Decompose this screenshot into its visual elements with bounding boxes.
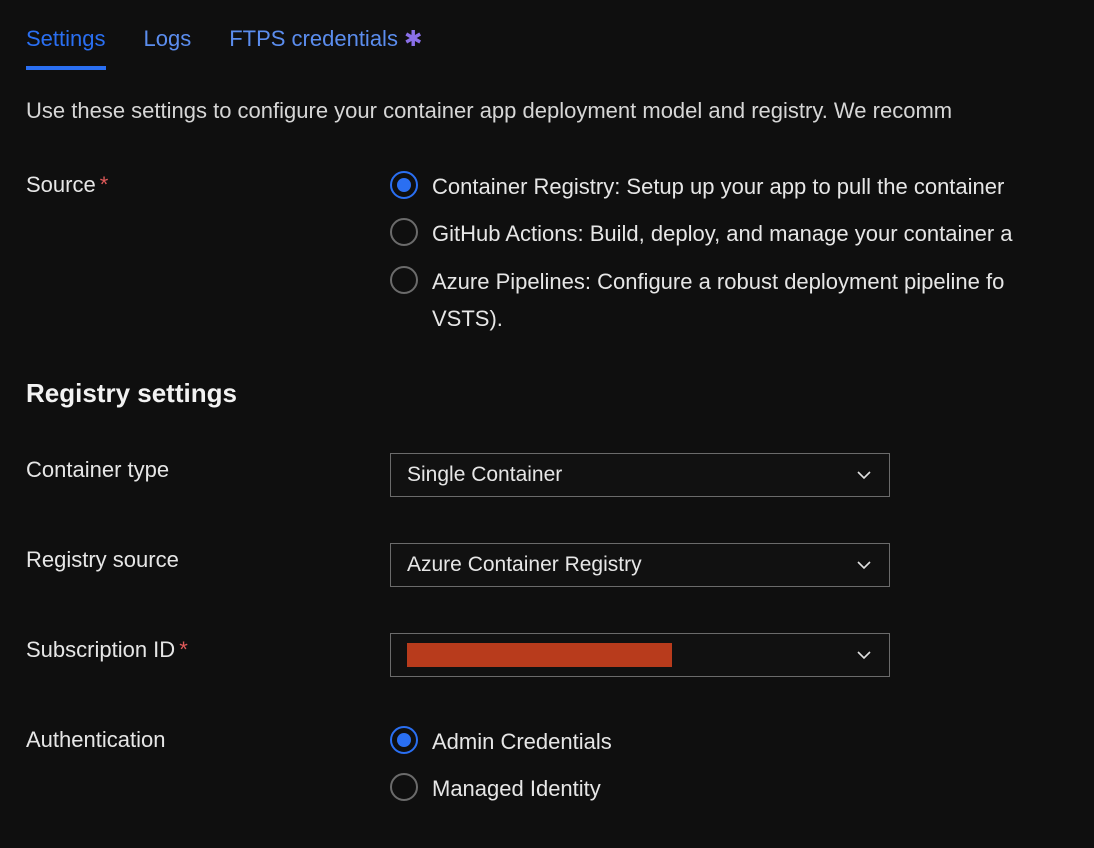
dropdown-registry-source[interactable]: Azure Container Registry [390,543,890,587]
radio-label-admin-credentials: Admin Credentials [432,723,612,760]
authentication-radio-group: Admin Credentials Managed Identity [390,723,1094,808]
radio-azure-pipelines[interactable]: Azure Pipelines: Configure a robust depl… [390,263,1094,338]
chevron-down-icon [855,646,873,664]
heading-registry-settings: Registry settings [26,378,1094,409]
radio-label-line2: VSTS). [432,306,503,331]
tab-logs[interactable]: Logs [144,20,192,70]
field-source: Source Container Registry: Setup up your… [26,168,1094,338]
asterisk-icon: ✱ [404,26,422,51]
field-subscription-id: Subscription ID [26,633,1094,677]
radio-label-line1: Azure Pipelines: Configure a robust depl… [432,269,1004,294]
label-source: Source [26,168,390,198]
tab-ftps-label: FTPS credentials [229,26,398,51]
radio-label-github-actions: GitHub Actions: Build, deploy, and manag… [432,215,1013,252]
dropdown-subscription-id[interactable] [390,633,890,677]
settings-description: Use these settings to configure your con… [26,98,1094,124]
radio-icon [390,171,418,199]
radio-label-azure-pipelines: Azure Pipelines: Configure a robust depl… [432,263,1004,338]
label-container-type: Container type [26,453,390,483]
radio-label-container-registry: Container Registry: Setup up your app to… [432,168,1004,205]
radio-admin-credentials[interactable]: Admin Credentials [390,723,1094,760]
label-registry-source: Registry source [26,543,390,573]
radio-managed-identity[interactable]: Managed Identity [390,770,1094,807]
field-registry-source: Registry source Azure Container Registry [26,543,1094,587]
radio-icon [390,726,418,754]
label-subscription-id: Subscription ID [26,633,390,663]
chevron-down-icon [855,556,873,574]
radio-icon [390,773,418,801]
source-radio-group: Container Registry: Setup up your app to… [390,168,1094,338]
tab-settings[interactable]: Settings [26,20,106,70]
chevron-down-icon [855,466,873,484]
tab-ftps-credentials[interactable]: FTPS credentials✱ [229,20,422,70]
radio-container-registry[interactable]: Container Registry: Setup up your app to… [390,168,1094,205]
redacted-subscription-value [407,643,672,667]
radio-icon [390,266,418,294]
tab-bar: Settings Logs FTPS credentials✱ [26,20,1094,70]
field-authentication: Authentication Admin Credentials Managed… [26,723,1094,808]
radio-github-actions[interactable]: GitHub Actions: Build, deploy, and manag… [390,215,1094,252]
dropdown-container-type-value: Single Container [407,463,562,487]
label-authentication: Authentication [26,723,390,753]
radio-label-managed-identity: Managed Identity [432,770,601,807]
field-container-type: Container type Single Container [26,453,1094,497]
radio-icon [390,218,418,246]
dropdown-registry-source-value: Azure Container Registry [407,553,642,577]
dropdown-container-type[interactable]: Single Container [390,453,890,497]
